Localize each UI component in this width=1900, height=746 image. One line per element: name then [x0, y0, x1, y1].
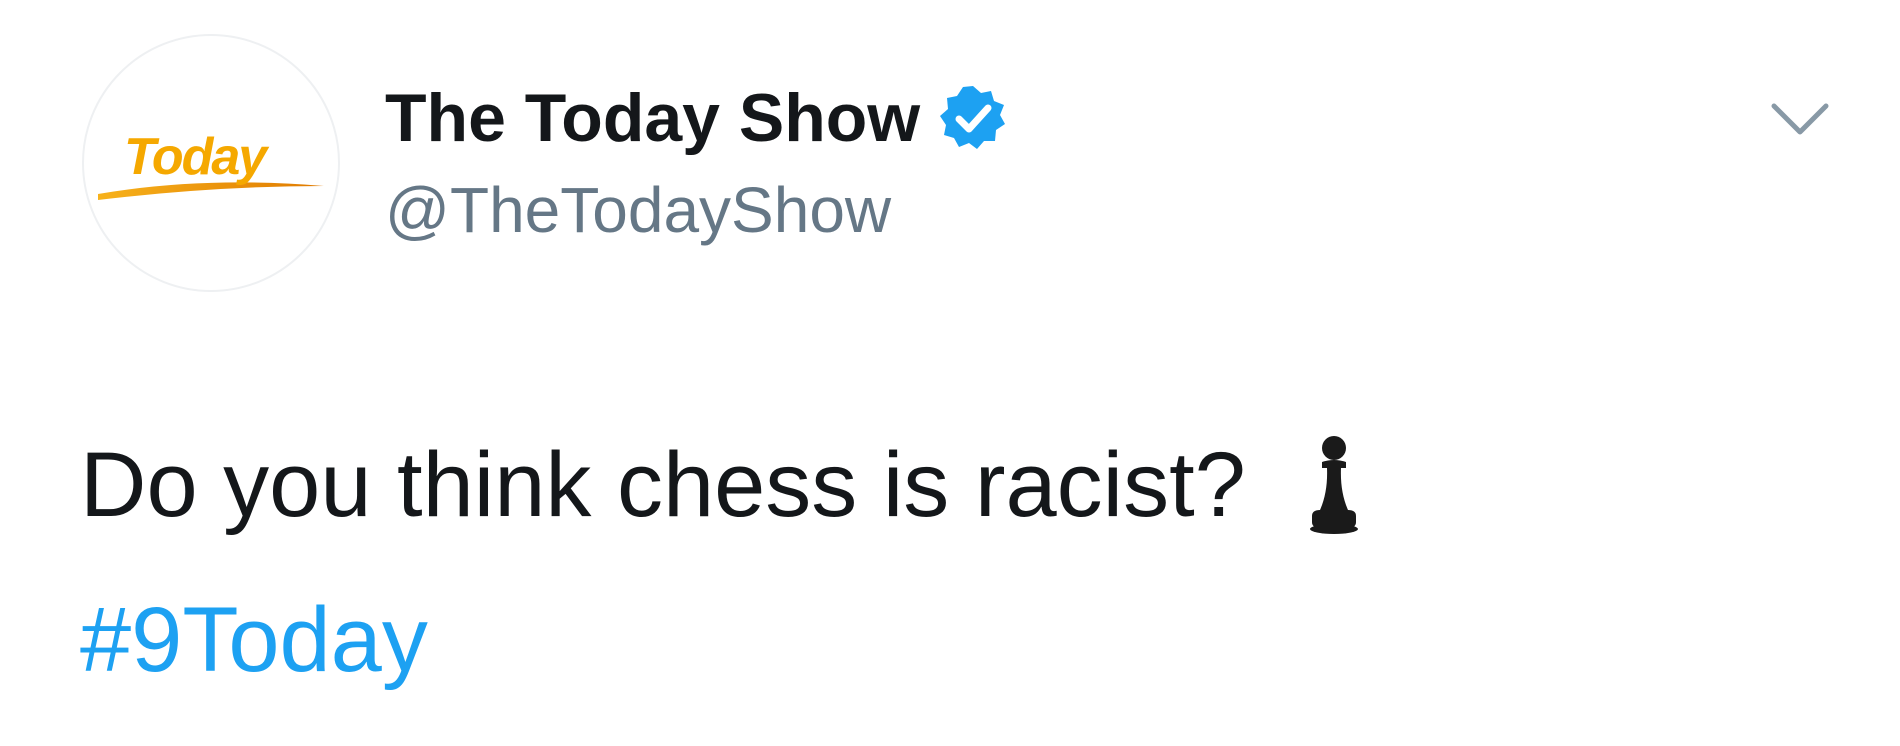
today-logo: Today	[98, 128, 324, 200]
display-name[interactable]: The Today Show	[385, 78, 920, 158]
chess-pawn-icon	[1294, 430, 1374, 540]
tweet-text: Do you think chess is racist?	[80, 430, 1374, 540]
handle[interactable]: @TheTodayShow	[385, 170, 891, 250]
tweet-body: Do you think chess is racist?	[80, 434, 1246, 536]
avatar[interactable]: Today	[82, 34, 340, 292]
svg-text:Today: Today	[124, 128, 270, 186]
chevron-down-icon[interactable]	[1768, 96, 1832, 144]
author-name-row: The Today Show	[385, 78, 1008, 158]
tweet-card: Today The Today Show @TheTodayShow Do yo…	[0, 0, 1900, 746]
hashtag-link[interactable]: #9Today	[80, 585, 428, 695]
verified-badge-icon	[938, 83, 1008, 153]
